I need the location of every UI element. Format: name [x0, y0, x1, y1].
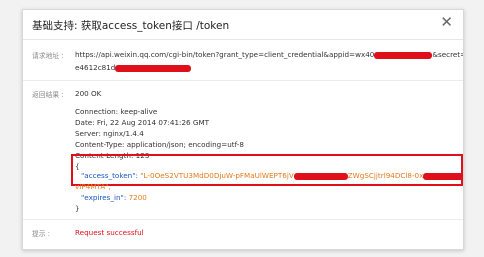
divider	[23, 219, 463, 220]
access-token-key: "access_token":	[81, 171, 138, 180]
response-status: 200 OK	[75, 89, 102, 98]
access-token-line-2: vIP4MTA",	[75, 182, 111, 191]
response-header-connection: Connection: keep-alive	[75, 107, 158, 116]
expires-in-value: 7200	[128, 193, 147, 202]
response-label: 返回结果 :	[32, 91, 64, 99]
request-url-secret: &secret=0dd5	[432, 50, 463, 59]
request-url-text: https://api.weixin.qq.com/cgi-bin/token?…	[75, 50, 375, 59]
access-token-value-start: "L-0OeS2VTU3MdD0DjuW-pFMaUlWEPT6jV	[140, 171, 294, 180]
redacted-token-2	[423, 172, 463, 180]
request-url-line-2: e4612c81d	[75, 63, 192, 72]
response-header-content-type: Content-Type: application/json; encoding…	[75, 140, 244, 149]
api-debug-dialog: 基础支持: 获取access_token接口 /token ✕ 请求地址 : h…	[22, 9, 464, 250]
access-token-highlight	[71, 154, 463, 186]
close-icon[interactable]: ✕	[440, 15, 453, 30]
dialog-title: 基础支持: 获取access_token接口 /token	[32, 20, 230, 32]
request-url-text-2: e4612c81d	[75, 63, 116, 72]
response-header-date: Date: Fri, 22 Aug 2014 07:41:26 GMT	[75, 118, 210, 127]
redacted-secret	[115, 64, 192, 72]
expires-in-key: "expires_in":	[81, 193, 127, 202]
divider	[23, 80, 463, 81]
access-token-value-line2: vIP4MTA",	[75, 182, 111, 191]
request-url-line-1: https://api.weixin.qq.com/cgi-bin/token?…	[75, 50, 463, 59]
json-close-brace: }	[75, 204, 80, 213]
access-token-line: "access_token": "L-0OeS2VTU3MdD0DjuW-pFM…	[81, 171, 463, 180]
access-token-value-mid: ZWgSCjjtrl94DCl8-0x	[347, 171, 424, 180]
request-url-label: 请求地址 :	[32, 52, 64, 60]
response-header-server: Server: nginx/1.4.4	[75, 129, 144, 138]
expires-in-line: "expires_in": 7200	[81, 193, 147, 202]
redacted-token-1	[293, 172, 348, 180]
dialog-header: 基础支持: 获取access_token接口 /token ✕	[23, 10, 463, 40]
hint-message: Request successful	[75, 228, 144, 237]
redacted-appid	[374, 51, 433, 59]
hint-label: 提示 :	[32, 230, 51, 238]
